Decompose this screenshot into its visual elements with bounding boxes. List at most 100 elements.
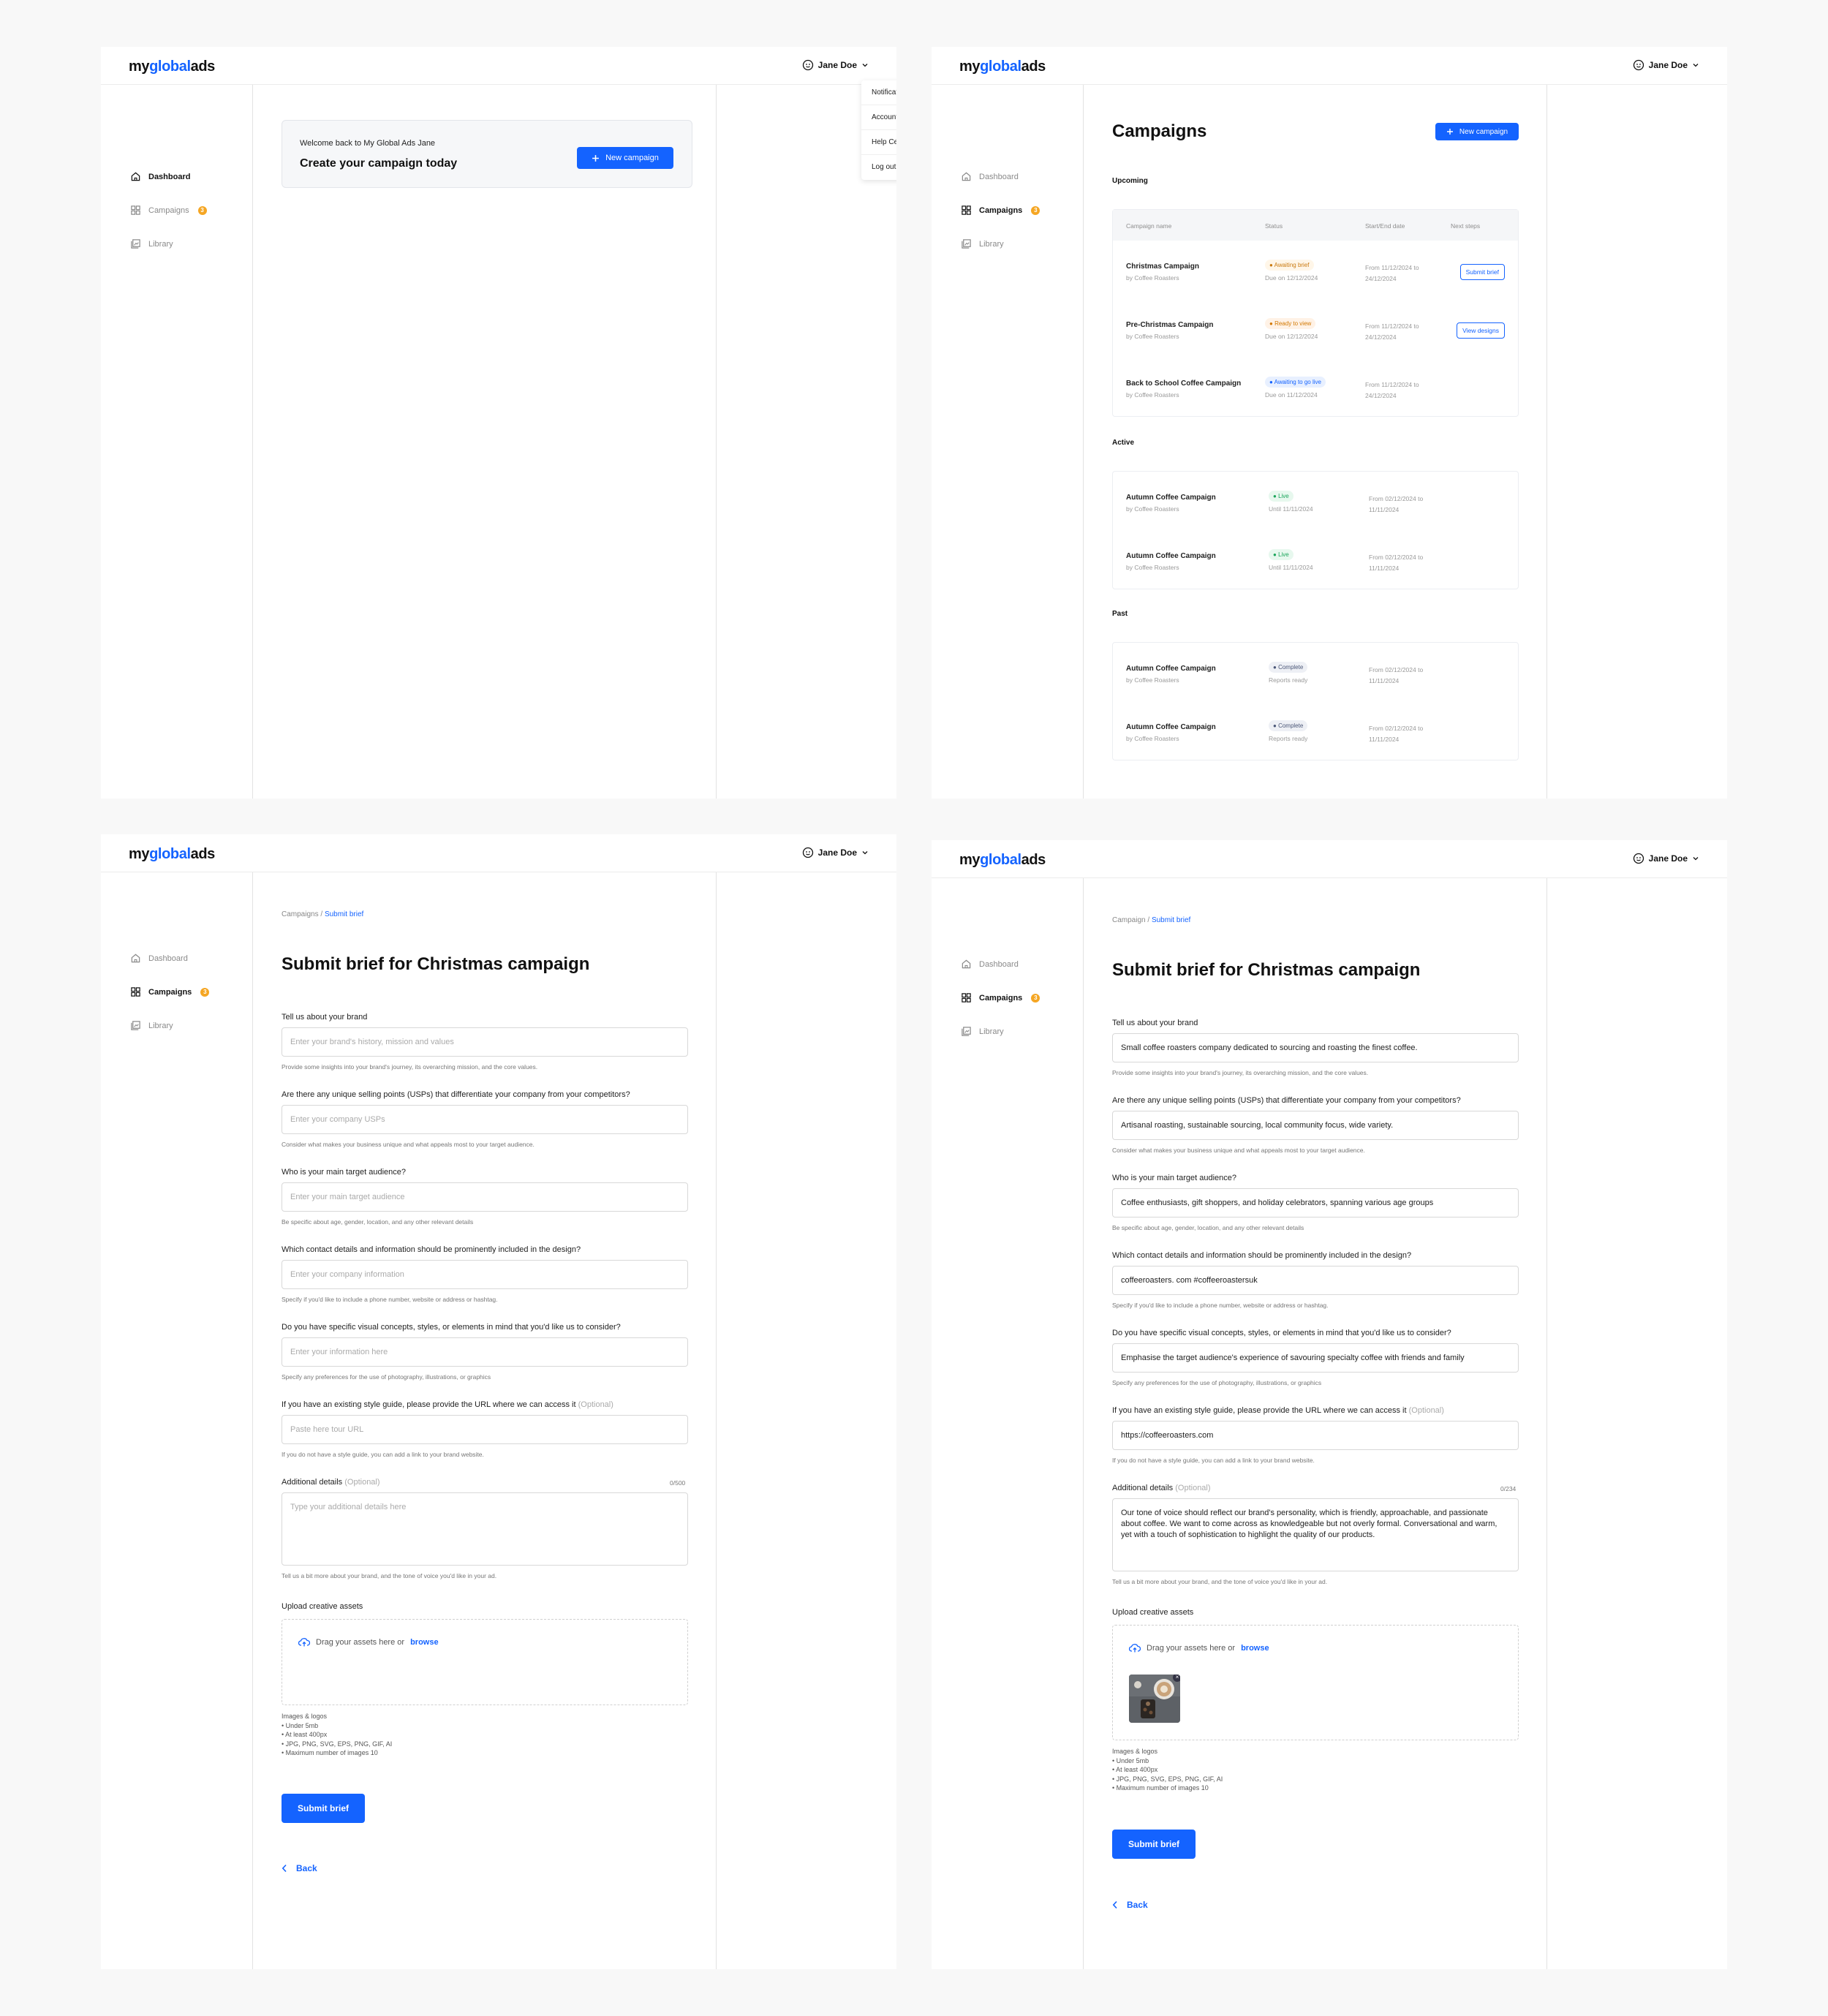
cloud-upload-icon: [1129, 1644, 1141, 1653]
field-label: Are there any unique selling points (USP…: [1112, 1096, 1461, 1105]
coffee-photo: [1129, 1675, 1180, 1723]
table-row[interactable]: Autumn Coffee Campaign by Coffee Roaster…: [1113, 530, 1518, 589]
visual-concepts-input[interactable]: Enter your information here: [282, 1337, 688, 1367]
sidebar-item-library[interactable]: Library: [961, 238, 1004, 249]
content-divider: [716, 872, 717, 1969]
new-campaign-button[interactable]: New campaign: [577, 147, 673, 169]
logo[interactable]: myglobalads: [129, 58, 215, 75]
field-help: If you do not have a style guide, you ca…: [282, 1451, 484, 1458]
user-menu[interactable]: Jane Doe: [802, 847, 869, 858]
breadcrumb: Campaigns / Submit brief: [282, 910, 364, 918]
audience-input[interactable]: Enter your main target audience: [282, 1182, 688, 1212]
logo[interactable]: myglobalads: [129, 846, 215, 863]
home-icon: [131, 172, 140, 181]
style-guide-url-input[interactable]: Paste here tour URL: [282, 1415, 688, 1444]
submit-brief-button[interactable]: Submit brief: [1112, 1830, 1196, 1859]
field-help: Be specific about age, gender, location,…: [1112, 1224, 1304, 1231]
breadcrumb-current: Submit brief: [324, 910, 364, 918]
welcome-text: Welcome back to My Global Ads Jane: [300, 139, 436, 148]
sidebar-item-campaigns[interactable]: Campaigns 3: [961, 205, 1040, 216]
campaigns-count-badge: 3: [200, 987, 210, 997]
menu-item-log-out[interactable]: Log out: [861, 155, 896, 180]
campaigns-count-badge: 3: [197, 205, 207, 215]
content-divider: [1546, 85, 1547, 799]
upload-requirements: Images & logos Under 5mb At least 400px …: [282, 1712, 392, 1758]
menu-item-notifications[interactable]: Notifications: [861, 80, 896, 105]
topbar: myglobalads Jane Doe: [932, 47, 1727, 85]
field-label: If you have an existing style guide, ple…: [282, 1400, 613, 1409]
brand-input[interactable]: Small coffee roasters company dedicated …: [1112, 1033, 1519, 1062]
welcome-title: Create your campaign today: [300, 157, 458, 170]
logo[interactable]: myglobalads: [959, 852, 1046, 869]
field-label: Tell us about your brand: [1112, 1019, 1198, 1027]
new-campaign-button[interactable]: New campaign: [1435, 123, 1519, 140]
sidebar-item-library[interactable]: Library: [961, 1026, 1004, 1037]
sidebar-item-dashboard[interactable]: Dashboard: [130, 171, 190, 182]
table-row[interactable]: Autumn Coffee Campaign by Coffee Roaster…: [1113, 472, 1518, 530]
field-label: If you have an existing style guide, ple…: [1112, 1406, 1444, 1415]
page-title: Submit brief for Christmas campaign: [1112, 960, 1421, 980]
field-help: Tell us a bit more about your brand, and…: [1112, 1578, 1328, 1585]
sidebar-item-dashboard[interactable]: Dashboard: [961, 171, 1019, 182]
menu-item-help-centre[interactable]: Help Centre: [861, 130, 896, 155]
back-link[interactable]: Back: [1112, 1900, 1148, 1910]
field-label: Do you have specific visual concepts, st…: [1112, 1329, 1451, 1337]
menu-item-account[interactable]: Account: [861, 105, 896, 130]
contact-input[interactable]: Enter your company information: [282, 1260, 688, 1289]
submit-brief-button[interactable]: Submit brief: [1459, 264, 1505, 280]
table-row[interactable]: Christmas Campaign by Coffee Roasters ● …: [1113, 241, 1518, 299]
field-label: Who is your main target audience?: [1112, 1174, 1236, 1182]
user-menu[interactable]: Jane Doe: [1633, 59, 1699, 71]
additional-details-textarea[interactable]: Type your additional details here: [282, 1492, 688, 1566]
browse-link[interactable]: browse: [1241, 1644, 1269, 1653]
field-label: Additional details (Optional): [282, 1478, 380, 1487]
browse-link[interactable]: browse: [410, 1638, 439, 1647]
view-designs-button[interactable]: View designs: [1457, 322, 1505, 339]
sidebar-item-library[interactable]: Library: [130, 238, 173, 249]
status-badge: ● Awaiting brief: [1265, 260, 1314, 271]
back-link[interactable]: Back: [282, 1863, 317, 1873]
status-badge: ● Ready to view: [1265, 318, 1316, 329]
field-help: Specify any preferences for the use of p…: [282, 1373, 491, 1381]
field-label: Which contact details and information sh…: [1112, 1251, 1412, 1260]
table-row[interactable]: Back to School Coffee Campaign by Coffee…: [1113, 358, 1518, 416]
sidebar-item-library[interactable]: Library: [130, 1020, 173, 1031]
past-table: Autumn Coffee Campaign by Coffee Roaster…: [1112, 642, 1519, 760]
user-name: Jane Doe: [817, 60, 857, 70]
active-table: Autumn Coffee Campaign by Coffee Roaster…: [1112, 471, 1519, 589]
submit-brief-button[interactable]: Submit brief: [282, 1794, 365, 1823]
submit-brief-empty-screen: myglobalads Jane Doe Dashboard Campaigns…: [101, 834, 896, 1969]
sidebar-item-campaigns[interactable]: Campaigns 3: [961, 992, 1040, 1003]
field-label: Are there any unique selling points (USP…: [282, 1090, 630, 1099]
upload-dropzone[interactable]: Drag your assets here or browse: [282, 1619, 688, 1705]
table-row[interactable]: Autumn Coffee Campaign by Coffee Roaster…: [1113, 701, 1518, 760]
visual-concepts-input[interactable]: Emphasise the target audience's experien…: [1112, 1343, 1519, 1373]
sidebar-item-dashboard[interactable]: Dashboard: [961, 959, 1019, 970]
logo[interactable]: myglobalads: [959, 58, 1046, 75]
brand-input[interactable]: Enter your brand's history, mission and …: [282, 1027, 688, 1057]
breadcrumb-campaign[interactable]: Campaign: [1112, 916, 1146, 924]
additional-details-textarea[interactable]: Our tone of voice should reflect our bra…: [1112, 1498, 1519, 1571]
user-menu[interactable]: Jane Doe: [1633, 853, 1699, 864]
user-menu[interactable]: Jane Doe: [802, 59, 869, 71]
contact-input[interactable]: coffeeroasters. com #coffeeroastersuk: [1112, 1266, 1519, 1295]
table-row[interactable]: Autumn Coffee Campaign by Coffee Roaster…: [1113, 643, 1518, 701]
status-badge: ● Live: [1269, 491, 1293, 502]
table-row[interactable]: Pre-Christmas Campaign by Coffee Roaster…: [1113, 299, 1518, 358]
usps-input[interactable]: Artisanal roasting, sustainable sourcing…: [1112, 1111, 1519, 1140]
close-icon[interactable]: ×: [1173, 1675, 1180, 1682]
sidebar-item-dashboard[interactable]: Dashboard: [130, 953, 188, 964]
audience-input[interactable]: Coffee enthusiasts, gift shoppers, and h…: [1112, 1188, 1519, 1217]
sidebar-item-campaigns[interactable]: Campaigns 3: [130, 986, 210, 997]
home-icon: [131, 954, 140, 963]
sidebar-item-campaigns[interactable]: Campaigns 3: [130, 205, 207, 216]
upcoming-table: Campaign name Status Start/End date Next…: [1112, 209, 1519, 417]
content-divider: [716, 85, 717, 799]
field-help: Specify any preferences for the use of p…: [1112, 1379, 1322, 1386]
usps-input[interactable]: Enter your company USPs: [282, 1105, 688, 1134]
breadcrumb-campaigns[interactable]: Campaigns: [282, 910, 319, 918]
topbar: myglobalads Jane Doe: [101, 47, 896, 85]
uploaded-image-thumbnail[interactable]: ×: [1129, 1675, 1180, 1723]
upload-dropzone[interactable]: Drag your assets here or browse ×: [1112, 1625, 1519, 1740]
style-guide-url-input[interactable]: https://coffeeroasters.com: [1112, 1421, 1519, 1450]
